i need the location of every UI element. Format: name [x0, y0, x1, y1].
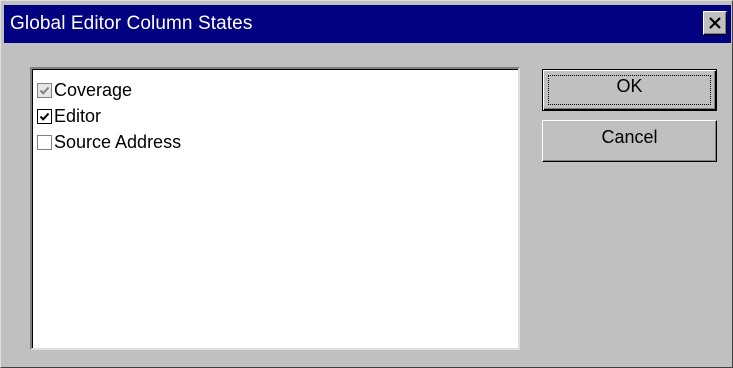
- list-item-editor[interactable]: Editor: [37, 103, 101, 129]
- column-states-list[interactable]: Coverage Editor Source Address: [30, 67, 520, 350]
- source-address-checkbox[interactable]: [37, 134, 52, 150]
- checkmark-icon: [39, 112, 50, 121]
- editor-label: Editor: [54, 105, 102, 126]
- editor-checkbox[interactable]: [37, 108, 52, 124]
- coverage-checkbox: [37, 82, 52, 98]
- dialog-title: Global Editor Column States: [10, 13, 253, 34]
- coverage-label: Coverage: [54, 79, 133, 100]
- list-item-source-address[interactable]: Source Address: [37, 129, 181, 155]
- close-icon: [709, 16, 721, 29]
- close-button[interactable]: [703, 11, 727, 35]
- ok-button[interactable]: OK: [542, 69, 717, 111]
- source-address-label: Source Address: [54, 131, 182, 152]
- dialog-window: Global Editor Column States Coverage Edi…: [0, 0, 733, 368]
- checkmark-icon: [39, 86, 50, 95]
- list-item-coverage[interactable]: Coverage: [37, 77, 132, 103]
- cancel-button[interactable]: Cancel: [542, 120, 717, 162]
- title-bar: Global Editor Column States: [4, 5, 731, 43]
